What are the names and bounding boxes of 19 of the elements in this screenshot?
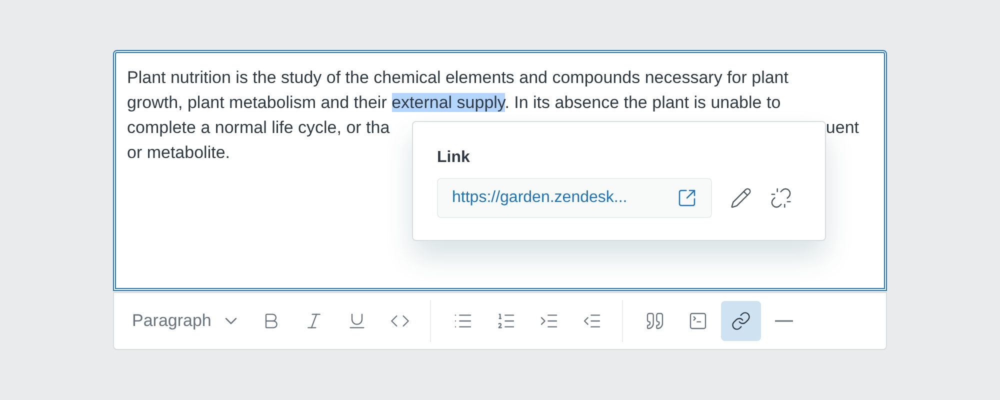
selected-text: external supply bbox=[392, 93, 505, 112]
edit-icon[interactable] bbox=[730, 187, 752, 209]
numbered-list-icon bbox=[496, 311, 516, 331]
paragraph-text: growth, plant metabolism and their bbox=[127, 93, 388, 112]
block-format-dropdown[interactable]: Paragraph bbox=[122, 301, 252, 341]
popover-title: Link bbox=[437, 148, 471, 168]
paragraph-text: uent bbox=[826, 117, 859, 139]
url-field[interactable]: https://garden.zendesk... bbox=[437, 178, 712, 218]
external-link-icon[interactable] bbox=[677, 188, 697, 208]
quote-icon bbox=[645, 311, 666, 331]
paragraph-text: or metabolite. bbox=[127, 143, 230, 162]
paragraph-text: complete a normal life cycle, or tha bbox=[127, 117, 390, 139]
unlink-icon[interactable] bbox=[770, 187, 792, 209]
terminal-icon bbox=[688, 311, 708, 331]
paragraph-text: . In its absence the plant is unable to bbox=[504, 93, 781, 112]
link-icon bbox=[731, 311, 752, 331]
paragraph-text: Plant nutrition is the study of the chemical elements and compounds necessary for plant bbox=[127, 68, 788, 87]
toolbar-button[interactable] bbox=[721, 301, 762, 341]
horizontal-rule-icon bbox=[775, 320, 794, 322]
